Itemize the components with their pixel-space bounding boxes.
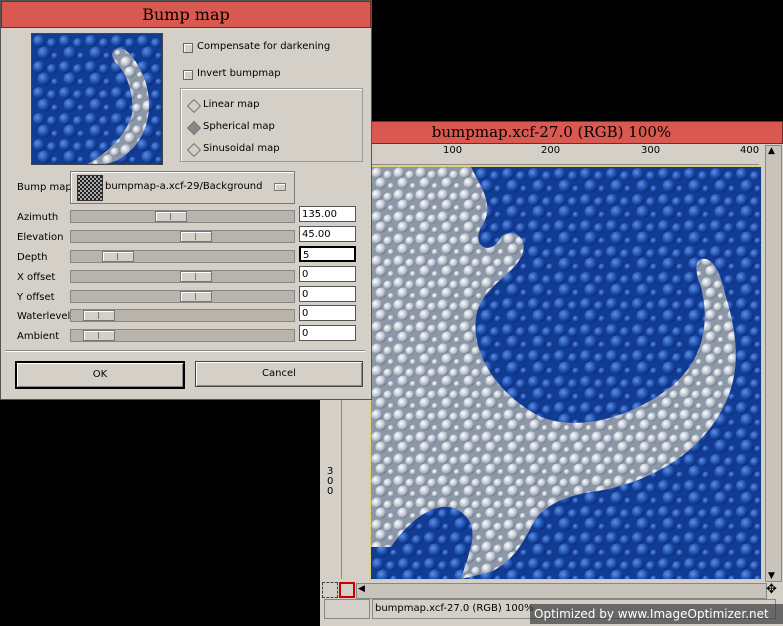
y-offset-slider-handle[interactable] bbox=[180, 291, 212, 302]
quickmask-off-icon[interactable] bbox=[322, 582, 338, 598]
waterlevel-entry[interactable]: 0 bbox=[299, 305, 356, 321]
bump-map-label: Bump map bbox=[17, 182, 72, 193]
y-offset-slider[interactable] bbox=[70, 290, 295, 303]
separator bbox=[5, 350, 365, 352]
x-offset-entry[interactable]: 0 bbox=[299, 266, 356, 282]
navigate-icon[interactable]: ✥ bbox=[766, 582, 777, 597]
x-offset-label: X offset bbox=[17, 272, 56, 283]
image-window: bumpmap.xcf-27.0 (RGB) 100% 100 200 300 … bbox=[320, 121, 783, 626]
depth-slider[interactable] bbox=[70, 250, 295, 263]
y-offset-entry[interactable]: 0 bbox=[299, 286, 356, 302]
bump-map-thumbnail bbox=[77, 175, 103, 201]
horizontal-ruler[interactable]: 100 200 300 400 bbox=[370, 145, 759, 165]
depth-label: Depth bbox=[17, 252, 48, 263]
quickmask-on-icon[interactable] bbox=[339, 582, 355, 598]
waterlevel-label: Waterlevel bbox=[17, 311, 71, 322]
dialog-title[interactable]: Bump map bbox=[1, 1, 371, 28]
ambient-label: Ambient bbox=[17, 331, 60, 342]
bump-map-value: bumpmap-a.xcf-29/Background bbox=[105, 181, 263, 192]
elevation-entry[interactable]: 45.00 bbox=[299, 226, 356, 242]
elevation-slider[interactable] bbox=[70, 230, 295, 243]
option-menu-indicator-icon bbox=[274, 183, 286, 191]
scroll-left-icon[interactable]: ◀ bbox=[358, 584, 365, 594]
ruler-label-200: 200 bbox=[541, 145, 561, 156]
vertical-scrollbar[interactable]: ▲ ▼ bbox=[765, 145, 782, 582]
elevation-label: Elevation bbox=[17, 232, 64, 243]
radio-spherical-label: Spherical map bbox=[203, 121, 275, 132]
radio-sinusoidal[interactable] bbox=[186, 142, 202, 158]
depth-slider-handle[interactable] bbox=[102, 251, 134, 262]
ruler-label-400: 400 bbox=[740, 145, 759, 156]
scroll-up-icon[interactable]: ▲ bbox=[768, 146, 775, 156]
image-canvas[interactable] bbox=[370, 166, 762, 580]
image-window-title[interactable]: bumpmap.xcf-27.0 (RGB) 100% bbox=[320, 121, 783, 144]
preview-image bbox=[31, 33, 163, 165]
horizontal-scrollbar[interactable]: ◀ bbox=[356, 583, 767, 599]
y-offset-label: Y offset bbox=[17, 292, 55, 303]
x-offset-slider-handle[interactable] bbox=[180, 271, 212, 282]
ok-button[interactable]: OK bbox=[15, 361, 185, 389]
azimuth-slider-handle[interactable] bbox=[155, 211, 187, 222]
bump-map-dialog: Bump map Compensate for darkening Invert… bbox=[0, 0, 372, 400]
ruler-label-v300: 300 bbox=[327, 466, 334, 497]
x-offset-slider[interactable] bbox=[70, 270, 295, 283]
cancel-button[interactable]: Cancel bbox=[195, 361, 363, 387]
watermark: Optimized by www.ImageOptimizer.net bbox=[530, 604, 783, 624]
azimuth-label: Azimuth bbox=[17, 212, 59, 223]
coordinate-display bbox=[324, 599, 370, 619]
ruler-label-100: 100 bbox=[443, 145, 463, 156]
preview-svg bbox=[32, 34, 162, 164]
map-type-group: Linear map Spherical map Sinusoidal map bbox=[180, 88, 363, 162]
radio-linear[interactable] bbox=[186, 98, 202, 114]
compensate-checkbox[interactable] bbox=[183, 43, 193, 53]
invert-checkbox[interactable] bbox=[183, 70, 193, 80]
elevation-slider-handle[interactable] bbox=[180, 231, 212, 242]
ambient-slider-handle[interactable] bbox=[83, 330, 115, 341]
depth-entry[interactable]: 5 bbox=[299, 246, 356, 262]
waterlevel-slider[interactable] bbox=[70, 309, 295, 322]
azimuth-entry[interactable]: 135.00 bbox=[299, 206, 356, 222]
bump-map-option-menu[interactable]: bumpmap-a.xcf-29/Background bbox=[70, 171, 295, 204]
radio-linear-label: Linear map bbox=[203, 99, 260, 110]
compensate-label: Compensate for darkening bbox=[197, 41, 331, 52]
scroll-down-icon[interactable]: ▼ bbox=[768, 571, 775, 581]
ambient-slider[interactable] bbox=[70, 329, 295, 342]
radio-spherical[interactable] bbox=[186, 120, 202, 136]
radio-sinusoidal-label: Sinusoidal map bbox=[203, 143, 280, 154]
ruler-label-300: 300 bbox=[641, 145, 661, 156]
bumpmap-image bbox=[371, 167, 761, 579]
waterlevel-slider-handle[interactable] bbox=[83, 310, 115, 321]
invert-label: Invert bumpmap bbox=[197, 68, 281, 79]
azimuth-slider[interactable] bbox=[70, 210, 295, 223]
ambient-entry[interactable]: 0 bbox=[299, 325, 356, 341]
